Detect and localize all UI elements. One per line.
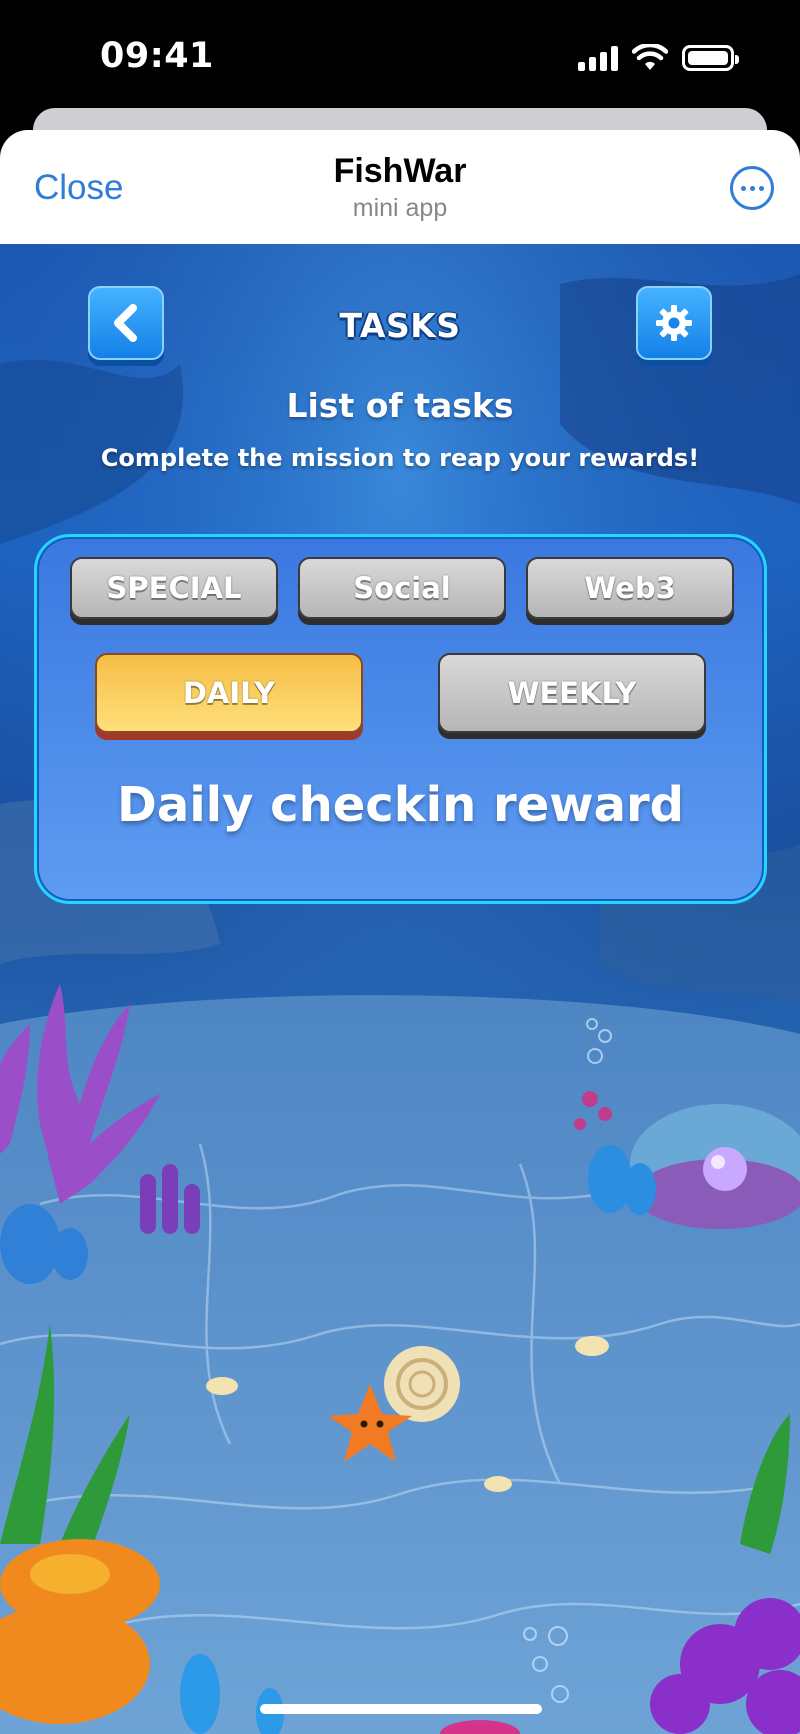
list-subtitle: Complete the mission to reap your reward… [100, 444, 700, 472]
signal-icon [578, 45, 618, 71]
more-icon[interactable] [730, 166, 774, 210]
battery-icon [682, 45, 739, 71]
status-icons [578, 44, 739, 72]
home-indicator[interactable] [260, 1704, 542, 1714]
app-subtitle: mini app [352, 194, 448, 222]
gear-icon [656, 305, 692, 341]
mini-app-header: Close FishWar mini app [0, 130, 800, 244]
game-scene: TASKS List of tasks Complete the mission… [0, 244, 800, 1734]
tab-special[interactable]: SPECIAL [70, 557, 278, 619]
app-title: FishWar [333, 152, 467, 190]
tab-web3[interactable]: Web3 [526, 557, 734, 619]
status-bar: 09:41 [0, 0, 800, 112]
list-heading: List of tasks [286, 386, 514, 425]
section-title: Daily checkin reward [116, 777, 685, 833]
wifi-icon [632, 44, 668, 70]
tab-weekly[interactable]: WEEKLY [438, 653, 706, 733]
tab-daily[interactable]: DAILY [95, 653, 363, 733]
tasks-panel: SPECIAL Social Web3 DAILY WEEKLY Daily c… [34, 534, 767, 904]
status-time: 09:41 [100, 36, 214, 76]
tab-social[interactable]: Social [298, 557, 506, 619]
settings-button[interactable] [636, 286, 712, 360]
